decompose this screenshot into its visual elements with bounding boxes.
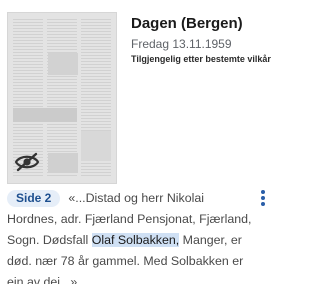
thumbnail-block: [48, 153, 78, 173]
menu-dot: [261, 202, 265, 206]
menu-dot: [261, 190, 265, 194]
publication-date: Fredag 13.11.1959: [131, 37, 232, 51]
search-result-card[interactable]: Dagen (Bergen) Fredag 13.11.1959 Tilgjen…: [0, 0, 277, 284]
menu-dot: [261, 196, 265, 200]
snippet-highlight: Olaf Solbakken,: [91, 233, 180, 247]
thumbnail-block: [13, 108, 77, 122]
thumbnail-block: [48, 53, 78, 75]
newspaper-title[interactable]: Dagen (Bergen): [131, 15, 243, 32]
access-notice: Tilgjengelig etter bestemte vilkår: [131, 54, 271, 64]
more-vert-icon[interactable]: [258, 190, 268, 210]
eye-off-icon: [14, 152, 40, 172]
thumbnail-block: [81, 131, 111, 161]
newspaper-thumbnail[interactable]: [7, 12, 117, 184]
result-snippet: Side 2 «...Distad og herr Nikolai Hordnes…: [7, 188, 252, 284]
page-badge[interactable]: Side 2: [7, 190, 61, 207]
